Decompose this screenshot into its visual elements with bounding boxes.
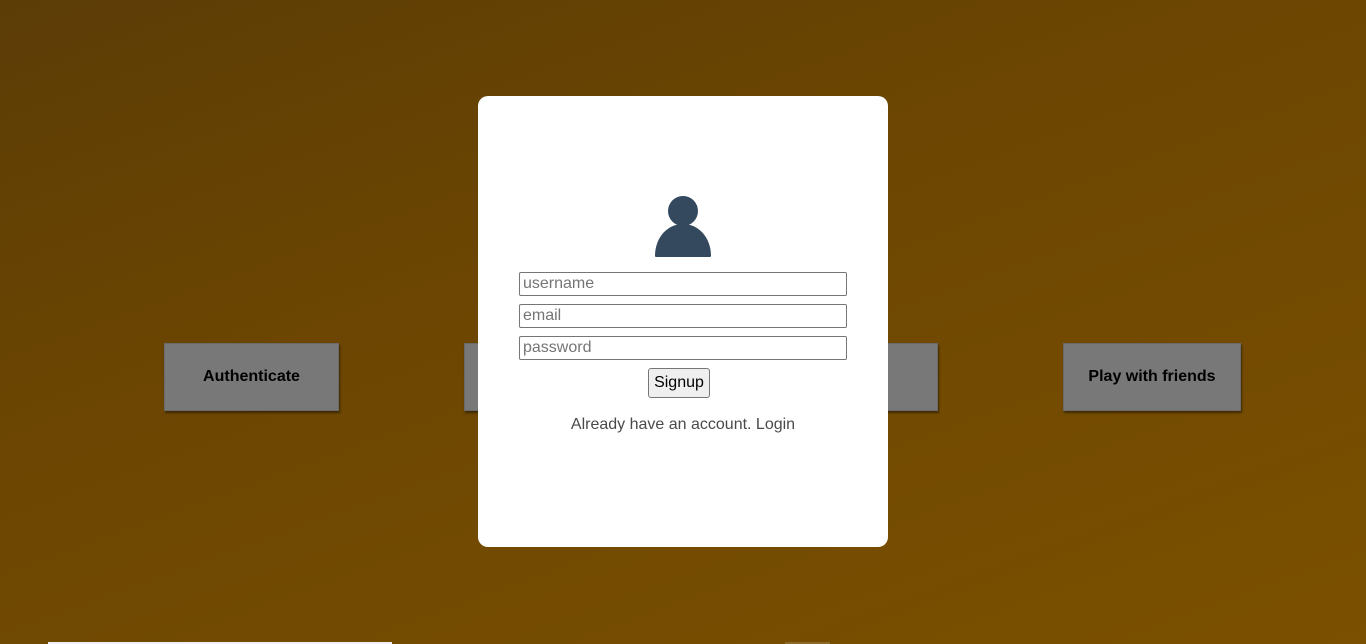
signup-modal: Signup Already have an account. Login: [478, 96, 888, 547]
username-field[interactable]: [519, 272, 847, 296]
signup-button[interactable]: Signup: [648, 368, 710, 398]
authenticate-button[interactable]: Authenticate: [164, 343, 339, 411]
user-icon: [655, 196, 711, 257]
email-field[interactable]: [519, 304, 847, 328]
password-field[interactable]: [519, 336, 847, 360]
play-with-friends-button[interactable]: Play with friends: [1063, 343, 1241, 411]
login-link[interactable]: Already have an account. Login: [478, 416, 888, 434]
